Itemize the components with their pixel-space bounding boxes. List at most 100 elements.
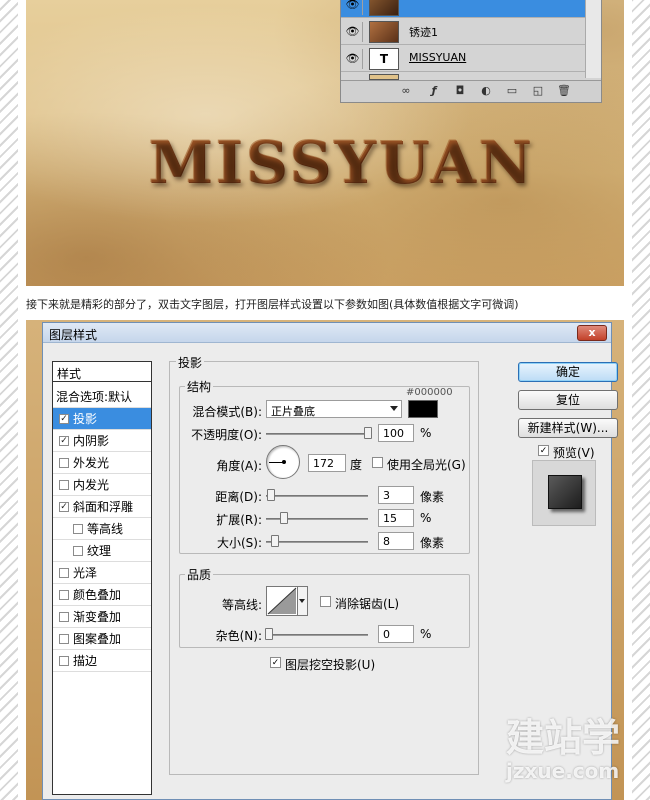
layer-thumbnail [369, 0, 399, 16]
noise-slider[interactable] [266, 634, 368, 636]
distance-input[interactable]: 3 [378, 486, 414, 504]
styles-header[interactable]: 样式 [53, 362, 151, 382]
spread-input[interactable]: 15 [378, 509, 414, 527]
style-item-6[interactable]: 等高线 [53, 518, 151, 540]
style-item-5[interactable]: ✓ 斜面和浮雕 [53, 496, 151, 518]
new-style-button[interactable]: 新建样式(W)... [518, 418, 618, 438]
dialog-titlebar: 图层样式 x [43, 323, 611, 343]
style-item-label: 外发光 [73, 456, 110, 470]
artwork-image: MISSYUAN 👁 👁 锈迹1 👁 T MISSYUAN ∞ ƒ ◘ ◐ ▭ … [26, 0, 624, 286]
style-list: 样式 混合选项:默认 ✓ 投影 ✓ 内阴影 外发光 内发光 ✓ 斜面和浮雕 等高线 纹理 光泽 颜色叠… [52, 361, 152, 795]
size-slider-thumb[interactable] [271, 535, 279, 547]
eye-icon[interactable]: 👁 [343, 22, 363, 42]
structure-title: 结构 [185, 378, 214, 395]
size-input[interactable]: 8 [378, 532, 414, 550]
style-preview [532, 460, 596, 526]
contour-preview[interactable] [266, 586, 298, 616]
style-checkbox[interactable] [59, 656, 69, 666]
style-item-label: 内阴影 [73, 434, 110, 448]
distance-slider[interactable] [266, 495, 368, 497]
eye-icon[interactable]: 👁 [343, 49, 363, 69]
opacity-unit: % [420, 426, 432, 440]
mask-icon[interactable]: ◘ [453, 84, 467, 98]
layer-row-top[interactable]: 👁 [341, 0, 585, 18]
opacity-slider[interactable] [266, 433, 368, 435]
watermark-logo-text: 建站学 [506, 716, 621, 760]
blend-options-item[interactable]: 混合选项:默认 [53, 386, 151, 408]
new-layer-icon[interactable]: ◱ [531, 84, 545, 98]
size-label: 大小(S): [216, 536, 262, 550]
distance-label: 距离(D): [215, 490, 262, 504]
style-checkbox[interactable] [73, 524, 83, 534]
angle-unit: 度 [350, 458, 363, 472]
style-checkbox[interactable] [59, 590, 69, 600]
layer-row-text[interactable]: 👁 T MISSYUAN [341, 46, 585, 72]
contour-label: 等高线: [221, 598, 262, 612]
folder-icon[interactable]: ▭ [505, 84, 519, 98]
style-item-label: 等高线 [87, 522, 124, 536]
angle-input[interactable]: 172 [308, 454, 346, 472]
style-item-3[interactable]: 外发光 [53, 452, 151, 474]
preview-swatch [548, 475, 582, 509]
noise-slider-thumb[interactable] [265, 628, 273, 640]
style-item-label: 斜面和浮雕 [73, 500, 134, 514]
angle-dial[interactable] [266, 445, 300, 479]
style-item-10[interactable]: 渐变叠加 [53, 606, 151, 628]
style-checkbox[interactable] [73, 546, 83, 556]
style-item-8[interactable]: 光泽 [53, 562, 151, 584]
style-item-11[interactable]: 图案叠加 [53, 628, 151, 650]
trash-icon[interactable]: 🗑 [557, 84, 571, 98]
knockout-label: 图层挖空投影(U) [285, 658, 376, 672]
distance-slider-thumb[interactable] [267, 489, 275, 501]
style-checkbox[interactable] [59, 612, 69, 622]
style-checkbox[interactable] [59, 480, 69, 490]
color-hex-label: #000000 [406, 387, 453, 398]
eye-icon[interactable]: 👁 [343, 0, 363, 15]
layer-row-rust[interactable]: 👁 锈迹1 [341, 19, 585, 45]
antialias-checkbox[interactable] [320, 596, 331, 607]
instruction-caption: 接下来就是精彩的部分了，双击文字图层，打开图层样式设置以下参数如图(具体数值根据… [26, 298, 519, 311]
close-button[interactable]: x [577, 325, 607, 341]
style-item-7[interactable]: 纹理 [53, 540, 151, 562]
shadow-color-swatch[interactable] [408, 400, 438, 418]
ok-button[interactable]: 确定 [518, 362, 618, 382]
style-checkbox[interactable]: ✓ [59, 414, 69, 424]
watermark-url: jzxue.com [506, 759, 620, 783]
style-item-9[interactable]: 颜色叠加 [53, 584, 151, 606]
preview-checkbox[interactable]: ✓ [538, 445, 549, 456]
style-item-label: 光泽 [73, 566, 98, 580]
layers-toolbar: ∞ ƒ ◘ ◐ ▭ ◱ 🗑 [341, 80, 601, 102]
spread-label: 扩展(R): [216, 513, 262, 527]
style-item-4[interactable]: 内发光 [53, 474, 151, 496]
size-slider[interactable] [266, 541, 368, 543]
contour-curve-icon [267, 587, 297, 615]
style-checkbox[interactable]: ✓ [59, 436, 69, 446]
style-item-1[interactable]: ✓ 投影 [53, 408, 151, 430]
layers-scrollbar[interactable] [585, 0, 601, 78]
contour-dropdown[interactable] [298, 586, 308, 616]
reset-button[interactable]: 复位 [518, 390, 618, 410]
knockout-checkbox[interactable]: ✓ [270, 657, 281, 668]
opacity-slider-thumb[interactable] [364, 427, 372, 439]
style-item-12[interactable]: 描边 [53, 650, 151, 672]
global-light-checkbox[interactable] [372, 457, 383, 468]
noise-input[interactable]: 0 [378, 625, 414, 643]
blend-mode-select[interactable]: 正片叠底 [266, 400, 402, 418]
adjustment-icon[interactable]: ◐ [479, 84, 493, 98]
layer-name: MISSYUAN [409, 51, 467, 64]
artwork-title: MISSYUAN [122, 128, 562, 198]
style-checkbox[interactable] [59, 458, 69, 468]
style-item-2[interactable]: ✓ 内阴影 [53, 430, 151, 452]
section-title: 投影 [176, 354, 205, 371]
style-checkbox[interactable]: ✓ [59, 502, 69, 512]
fx-icon[interactable]: ƒ [427, 84, 441, 98]
style-checkbox[interactable] [59, 634, 69, 644]
spread-slider-thumb[interactable] [280, 512, 288, 524]
style-item-label: 内发光 [73, 478, 110, 492]
preview-label: 预览(V) [553, 446, 595, 460]
link-icon[interactable]: ∞ [399, 84, 413, 98]
blend-mode-value: 正片叠底 [271, 405, 315, 418]
opacity-input[interactable]: 100 [378, 424, 414, 442]
style-checkbox[interactable] [59, 568, 69, 578]
opacity-label: 不透明度(O): [191, 428, 262, 442]
